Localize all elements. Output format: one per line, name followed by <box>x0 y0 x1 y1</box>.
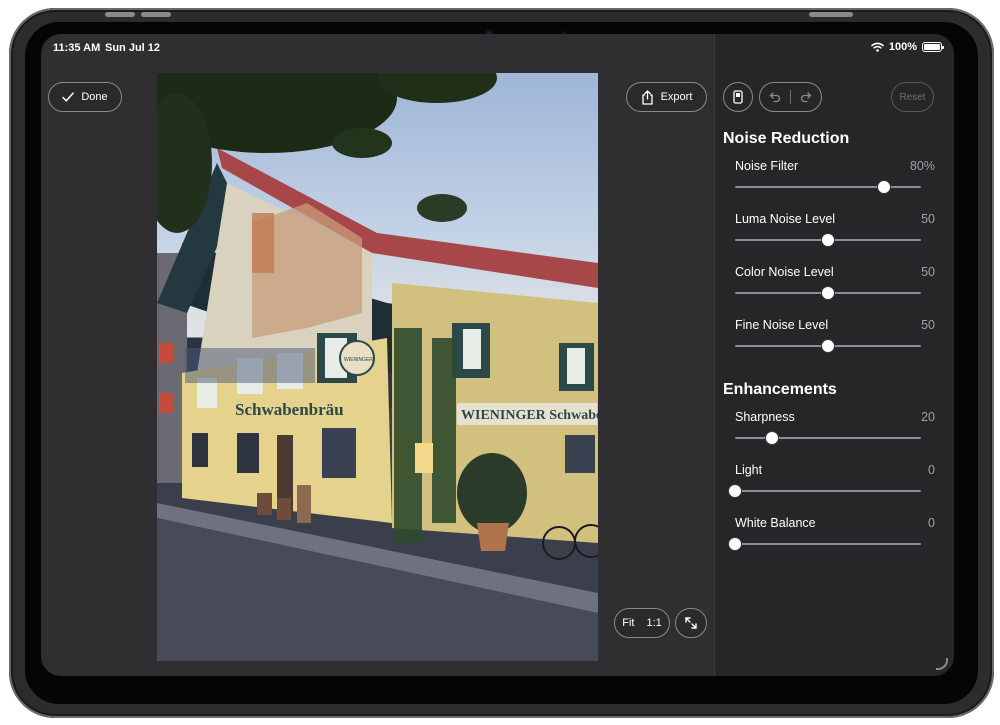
status-date: Sun Jul 12 <box>105 42 161 54</box>
fine-noise-level-value: 50 <box>921 318 935 332</box>
photo-canvas[interactable]: Done Export WIENINGER Schwab Schwabenbrä… <box>41 34 714 676</box>
export-button[interactable]: Export <box>626 82 707 112</box>
fullscreen-button[interactable] <box>675 608 707 638</box>
luma-noise-level-slider[interactable]: Luma Noise Level 50 <box>735 212 935 252</box>
share-icon <box>641 89 653 105</box>
sign-side: WIENINGER Schwabenbräu <box>461 408 598 423</box>
light-slider[interactable]: Light 0 <box>728 463 935 503</box>
sign-main: Schwabenbräu <box>235 400 344 419</box>
sign-round: WIENINGER <box>344 357 373 363</box>
sharpness-slider[interactable]: Sharpness 20 <box>735 410 935 450</box>
redo-icon[interactable] <box>800 91 812 103</box>
adjustments-panel: Reset Noise Reduction Noise Filter 80% Lum… <box>714 34 954 676</box>
fine-noise-level-slider[interactable]: Fine Noise Level 50 <box>735 318 935 358</box>
zoom-actual-button[interactable]: 1:1 <box>646 617 661 629</box>
color-noise-level-knob[interactable] <box>821 286 835 300</box>
status-indicators: 100% <box>871 41 944 53</box>
light-knob[interactable] <box>728 484 742 498</box>
volume-button <box>141 12 171 17</box>
sharpness-label: Sharpness <box>735 410 795 424</box>
color-noise-level-value: 50 <box>921 265 935 279</box>
white-balance-knob[interactable] <box>728 537 742 551</box>
light-value: 0 <box>928 463 935 477</box>
sharpness-value: 20 <box>921 410 935 424</box>
wifi-icon <box>871 42 884 52</box>
photo-preview[interactable]: WIENINGER Schwabenbräu Schwabenbräu WIEN… <box>157 73 598 661</box>
undo-icon[interactable] <box>769 91 781 103</box>
export-label: Export <box>660 91 693 103</box>
luma-noise-level-label: Luma Noise Level <box>735 212 836 226</box>
zoom-controls[interactable]: Fit 1:1 <box>614 608 670 638</box>
light-label: Light <box>735 463 763 477</box>
status-bar: 11:35 AM Sun Jul 12 100% <box>41 34 954 60</box>
fine-noise-level-label: Fine Noise Level <box>735 318 829 332</box>
white-balance-value: 0 <box>928 516 935 530</box>
luma-noise-level-knob[interactable] <box>821 233 835 247</box>
expand-icon <box>685 617 697 629</box>
history-controls <box>759 82 822 112</box>
compare-button[interactable] <box>723 82 753 112</box>
noise-filter-label: Noise Filter <box>735 159 799 173</box>
done-button[interactable]: Done <box>48 82 122 112</box>
noise-filter-knob[interactable] <box>876 180 891 194</box>
checkmark-icon <box>62 92 75 102</box>
compare-icon <box>733 90 743 104</box>
volume-button <box>105 12 135 17</box>
sharpness-track[interactable] <box>735 437 921 439</box>
white-balance-label: White Balance <box>735 516 816 530</box>
battery-percent: 100% <box>888 41 917 53</box>
photo-image: WIENINGER Schwabenbräu Schwabenbräu WIEN… <box>157 73 598 661</box>
color-noise-level-label: Color Noise Level <box>735 265 834 279</box>
screen: 11:35 AM Sun Jul 12 100% Done Export WIE… <box>41 34 954 676</box>
zoom-fit-button[interactable]: Fit <box>622 617 634 629</box>
enhancements-title: Enhancements <box>723 381 837 398</box>
resize-handle[interactable] <box>936 658 948 670</box>
white-balance-track[interactable] <box>735 543 921 545</box>
noise-filter-slider[interactable]: Noise Filter 80% <box>735 159 935 199</box>
noise-filter-track[interactable] <box>735 186 921 188</box>
done-label: Done <box>81 91 108 103</box>
fine-noise-level-knob[interactable] <box>821 339 835 353</box>
battery-icon <box>922 42 944 52</box>
noise-filter-value: 80% <box>909 159 935 173</box>
history-separator <box>790 90 791 104</box>
white-balance-slider[interactable]: White Balance 0 <box>728 516 935 556</box>
noise-reduction-title: Noise Reduction <box>723 130 850 147</box>
luma-noise-level-value: 50 <box>921 212 935 226</box>
sharpness-knob[interactable] <box>765 431 780 445</box>
color-noise-level-slider[interactable]: Color Noise Level 50 <box>735 265 935 305</box>
reset-button[interactable]: Reset <box>891 82 934 112</box>
status-time: 11:35 AM <box>53 42 101 54</box>
power-button <box>809 12 853 17</box>
light-track[interactable] <box>735 490 921 492</box>
